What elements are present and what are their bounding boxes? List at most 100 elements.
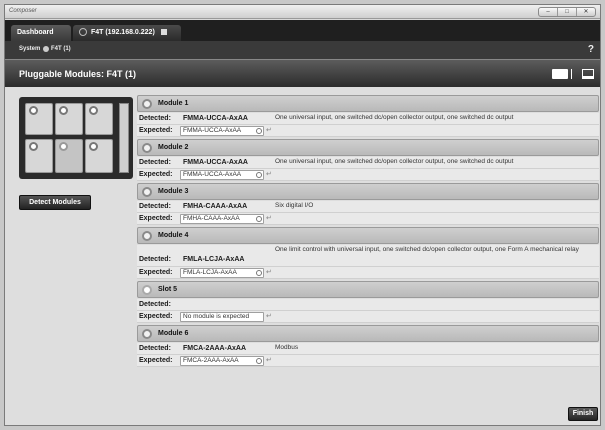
detected-row: Detected: FMLA-LCJA-AxAA One limit contr… <box>137 245 599 267</box>
expected-label: Expected: <box>139 215 173 222</box>
detected-row: Detected: FMHA-CAAA-AxAA Six digital I/O <box>137 201 599 213</box>
detected-row: Detected: FMCA-2AAA-AxAA Modbus <box>137 343 599 355</box>
detected-part-number: FMMA-UCCA-AxAA <box>183 159 248 166</box>
detected-row: Detected: <box>137 299 599 311</box>
breadcrumb-device[interactable]: F4T (1) <box>51 46 71 52</box>
apply-icon[interactable]: ↵ <box>266 356 272 364</box>
module-image-6 <box>85 139 113 173</box>
tab-dashboard[interactable]: Dashboard <box>11 25 71 41</box>
maximize-button[interactable]: □ <box>558 8 577 16</box>
expected-part-input[interactable]: FMCA-2AAA-AxAA <box>180 356 264 366</box>
expected-label: Expected: <box>139 171 173 178</box>
device-icon <box>79 28 87 37</box>
apply-icon[interactable]: ↵ <box>266 268 272 276</box>
expected-part-input[interactable]: FMMA-UCCA-AxAA <box>180 126 264 136</box>
expected-row: Expected: FMHA-CAAA-AxAA ↵ <box>137 213 599 225</box>
module-name: Module 3 <box>158 188 189 195</box>
apply-icon[interactable]: ↵ <box>266 312 272 320</box>
detected-part-number: FMMA-UCCA-AxAA <box>183 115 248 122</box>
page-title: Pluggable Modules: F4T (1) <box>19 69 137 79</box>
close-button[interactable]: ✕ <box>577 8 595 16</box>
detect-modules-button[interactable]: Detect Modules <box>19 195 91 210</box>
expected-label: Expected: <box>139 313 173 320</box>
main-content: Detect Modules Module 1 Detected: FMMA-U… <box>5 87 600 425</box>
breadcrumb-system[interactable]: System <box>19 46 40 52</box>
module-header[interactable]: Module 6 <box>137 325 599 342</box>
expected-row: Expected: FMMA-UCCA-AxAA ↵ <box>137 125 599 137</box>
detected-label: Detected: <box>139 115 171 122</box>
expected-label: Expected: <box>139 269 173 276</box>
module-block-6: Module 6 Detected: FMCA-2AAA-AxAA Modbus… <box>137 325 599 367</box>
detected-label: Detected: <box>139 345 171 352</box>
module-list: Module 1 Detected: FMMA-UCCA-AxAA One un… <box>137 95 599 369</box>
clear-icon[interactable] <box>256 216 262 222</box>
controller-image <box>19 97 133 179</box>
module-block-1: Module 1 Detected: FMMA-UCCA-AxAA One un… <box>137 95 599 137</box>
detected-row: Detected: FMMA-UCCA-AxAA One universal i… <box>137 157 599 169</box>
expected-row: Expected: FMCA-2AAA-AxAA ↵ <box>137 355 599 367</box>
expected-row: Expected: FMMA-UCCA-AxAA ↵ <box>137 169 599 181</box>
module-icon <box>142 187 152 197</box>
clear-icon[interactable] <box>256 358 262 364</box>
expected-part-value: FMCA-2AAA-AxAA <box>183 357 239 364</box>
slot-header[interactable]: Slot 5 <box>137 281 599 298</box>
module-header[interactable]: Module 1 <box>137 95 599 112</box>
composer-window: Composer – □ ✕ Dashboard F4T (192.168.0.… <box>4 4 601 426</box>
help-icon[interactable]: ? <box>588 44 594 55</box>
detected-label: Detected: <box>139 159 171 166</box>
module-image-1 <box>25 103 53 135</box>
clear-icon[interactable] <box>256 270 262 276</box>
tab-f4t-label: F4T (192.168.0.222) <box>90 29 155 36</box>
module-icon <box>142 143 152 153</box>
module-icon <box>142 231 152 241</box>
breadcrumb: System F4T (1) ? <box>5 41 600 59</box>
slot-name: Slot 5 <box>158 286 178 293</box>
module-name: Module 2 <box>158 144 189 151</box>
clear-icon[interactable] <box>256 128 262 134</box>
module-block-3: Module 3 Detected: FMHA-CAAA-AxAA Six di… <box>137 183 599 225</box>
detected-part-number: FMHA-CAAA-AxAA <box>183 203 248 210</box>
detected-row: Detected: FMMA-UCCA-AxAA One universal i… <box>137 113 599 125</box>
module-header[interactable]: Module 3 <box>137 183 599 200</box>
title-bar: Composer – □ ✕ <box>5 5 600 19</box>
module-image-4 <box>25 139 53 173</box>
expected-part-input[interactable]: FMHA-CAAA-AxAA <box>180 214 264 224</box>
detected-part-number: FMCA-2AAA-AxAA <box>183 345 246 352</box>
minimize-button[interactable]: – <box>539 8 558 16</box>
module-image-2 <box>55 103 83 135</box>
tab-f4t[interactable]: F4T (192.168.0.222) <box>73 25 181 41</box>
module-description: One limit control with universal input, … <box>275 246 579 253</box>
expected-part-input[interactable]: No module is expected <box>180 312 264 322</box>
terminal-block <box>119 103 129 173</box>
apply-icon[interactable]: ↵ <box>266 214 272 222</box>
expected-part-input[interactable]: FMMA-UCCA-AxAA <box>180 170 264 180</box>
window-controls: – □ ✕ <box>538 7 596 17</box>
module-name: Module 4 <box>158 232 189 239</box>
module-header[interactable]: Module 4 <box>137 227 599 244</box>
slot-image-5 <box>55 139 83 173</box>
tab-strip: Dashboard F4T (192.168.0.222) <box>5 20 600 41</box>
finish-button[interactable]: Finish <box>568 407 598 421</box>
expected-part-value: FMMA-UCCA-AxAA <box>183 171 242 178</box>
expected-part-value: No module is expected <box>183 313 250 320</box>
expected-label: Expected: <box>139 127 173 134</box>
list-view-icon[interactable] <box>582 69 594 79</box>
detected-label: Detected: <box>139 256 171 263</box>
module-description: One universal input, one switched dc/ope… <box>275 114 514 121</box>
expected-part-value: FMHA-CAAA-AxAA <box>183 215 240 222</box>
expected-row: Expected: FMLA-LCJA-AxAA ↵ <box>137 267 599 279</box>
tab-dashboard-label: Dashboard <box>17 29 54 36</box>
apply-icon[interactable]: ↵ <box>266 170 272 178</box>
detected-part-number: FMLA-LCJA-AxAA <box>183 256 245 263</box>
slot-block-5: Slot 5 Detected: Expected: No module is … <box>137 281 599 323</box>
module-description: One universal input, one switched dc/ope… <box>275 158 514 165</box>
module-header[interactable]: Module 2 <box>137 139 599 156</box>
clear-icon[interactable] <box>256 172 262 178</box>
module-icon <box>142 99 152 109</box>
expected-part-input[interactable]: FMLA-LCJA-AxAA <box>180 268 264 278</box>
apply-icon[interactable]: ↵ <box>266 126 272 134</box>
module-name: Module 6 <box>158 330 189 337</box>
tab-close-icon[interactable] <box>160 29 167 36</box>
module-description: Six digital I/O <box>275 202 314 209</box>
single-view-icon[interactable] <box>552 69 568 79</box>
